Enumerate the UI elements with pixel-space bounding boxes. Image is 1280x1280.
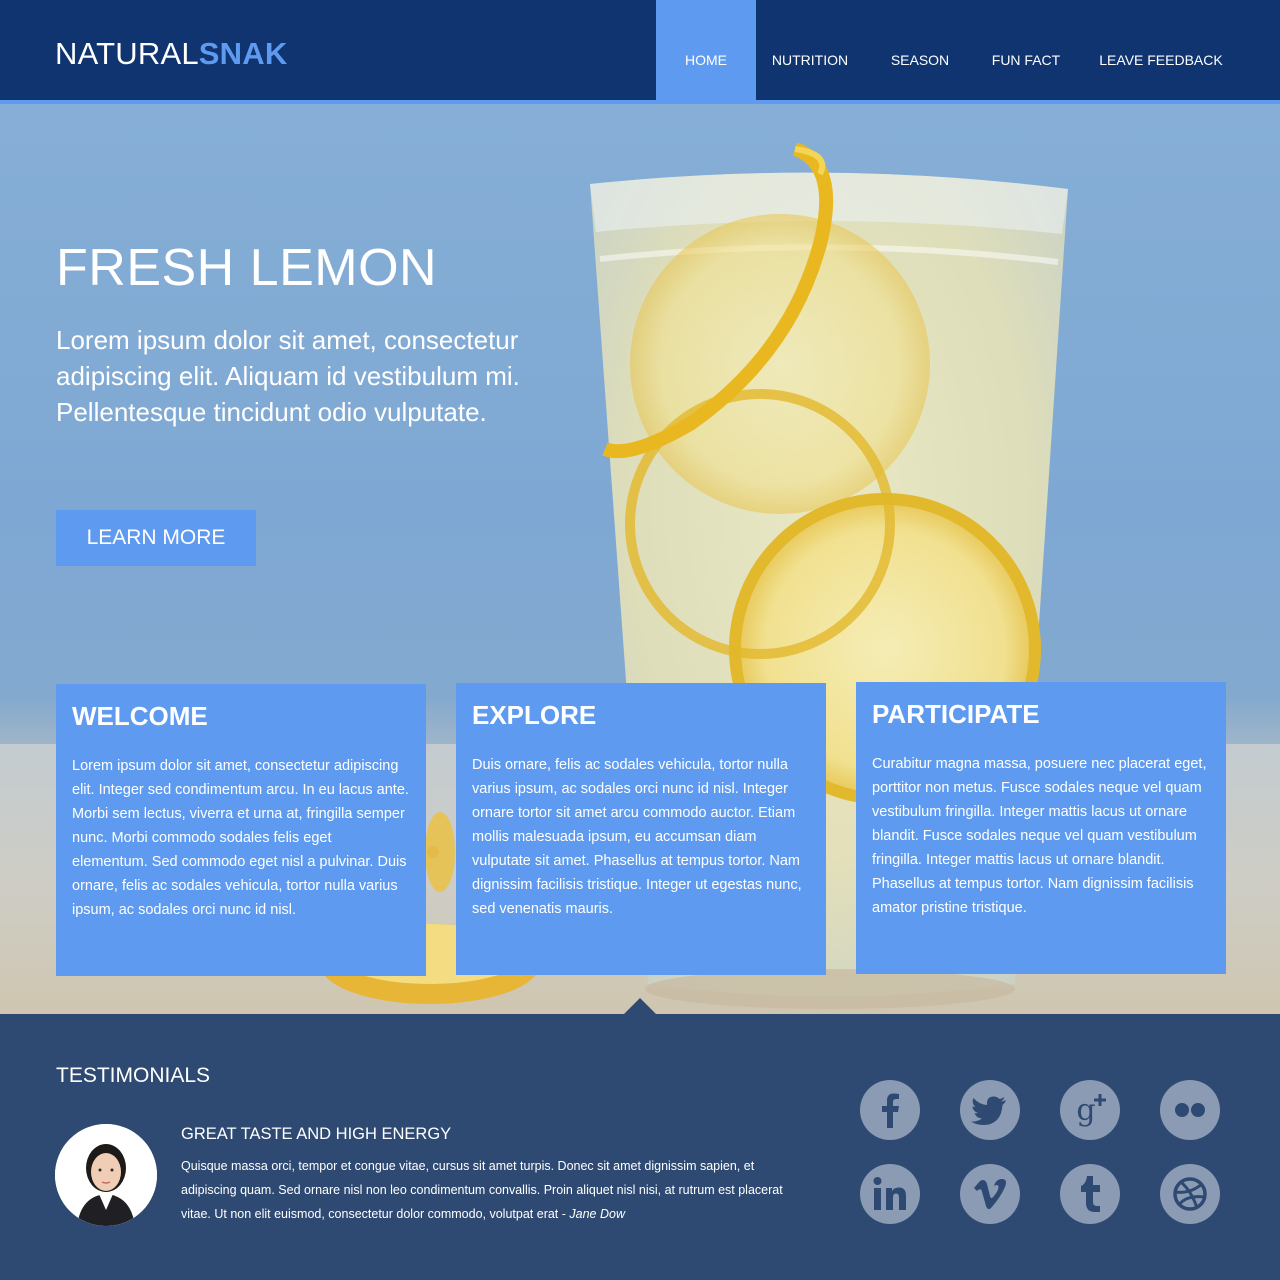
- testimonial-title: GREAT TASTE AND HIGH ENERGY: [181, 1125, 452, 1143]
- twitter-icon[interactable]: [960, 1080, 1020, 1140]
- tumblr-icon[interactable]: [1060, 1164, 1120, 1224]
- vimeo-icon[interactable]: [960, 1164, 1020, 1224]
- nav-item-leave-feedback[interactable]: LEAVE FEEDBACK: [1094, 0, 1228, 100]
- explore-card: EXPLORE Duis ornare, felis ac sodales ve…: [456, 683, 826, 975]
- card-title: PARTICIPATE: [872, 699, 1040, 729]
- nav-item-season[interactable]: SEASON: [875, 0, 965, 100]
- google-plus-icon[interactable]: g: [1060, 1080, 1120, 1140]
- card-title: WELCOME: [72, 701, 208, 731]
- site-header: NATURALSNAK HOME NUTRITION SEASON FUN FA…: [0, 0, 1280, 100]
- nav-item-home[interactable]: HOME: [656, 0, 756, 100]
- card-body: Duis ornare, felis ac sodales vehicula, …: [472, 757, 802, 917]
- hero-description: Lorem ipsum dolor sit amet, consectetur …: [56, 325, 520, 427]
- nav-item-nutrition[interactable]: NUTRITION: [760, 0, 860, 100]
- logo-text-natural: NATURAL: [55, 36, 199, 71]
- testimonials-heading: TESTIMONIALS: [56, 1064, 211, 1087]
- section-pointer: [624, 998, 656, 1014]
- site-logo[interactable]: NATURALSNAK: [55, 36, 287, 72]
- logo-text-snak: SNAK: [198, 36, 288, 71]
- welcome-card: WELCOME Lorem ipsum dolor sit amet, cons…: [56, 684, 426, 976]
- participate-card: PARTICIPATE Curabitur magna massa, posue…: [856, 682, 1226, 974]
- facebook-icon[interactable]: [860, 1080, 920, 1140]
- svg-text:g: g: [1076, 1093, 1095, 1128]
- linkedin-icon[interactable]: [860, 1164, 920, 1224]
- testimonial-text: Quisque massa orci, tempor et congue vit…: [181, 1159, 783, 1221]
- card-body: Curabitur magna massa, posuere nec place…: [872, 756, 1207, 916]
- card-title: EXPLORE: [472, 700, 597, 730]
- avatar: [55, 1124, 157, 1226]
- flickr-icon[interactable]: [1160, 1080, 1220, 1140]
- testimonial-quote: Quisque massa orci, tempor et congue vit…: [181, 1154, 811, 1226]
- testimonials-section: TESTIMONIALS GREAT TASTE AND HIGH ENERGY…: [0, 1014, 1280, 1280]
- learn-more-button[interactable]: LEARN MORE: [56, 510, 256, 566]
- testimonial-author: Jane Dow: [569, 1207, 625, 1221]
- dribbble-icon[interactable]: [1160, 1164, 1220, 1224]
- hero-title: FRESH LEMON: [56, 239, 438, 297]
- card-body: Lorem ipsum dolor sit amet, consectetur …: [72, 758, 409, 918]
- nav-item-fun-fact[interactable]: FUN FACT: [980, 0, 1072, 100]
